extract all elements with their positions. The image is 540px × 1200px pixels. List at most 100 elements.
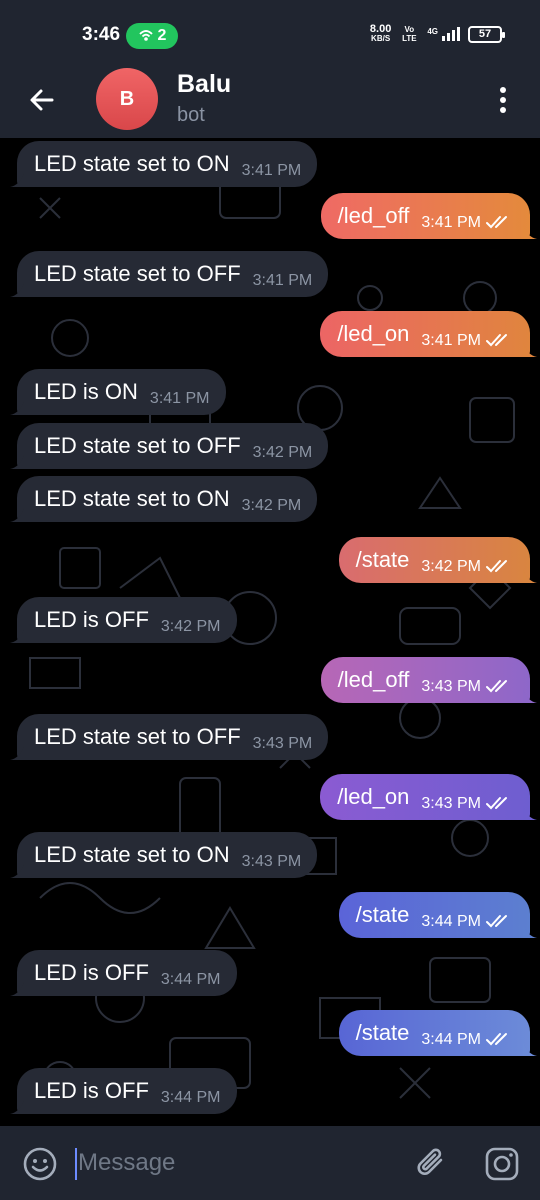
message-text: LED is OFF — [34, 960, 149, 985]
message-time: 3:41 PM — [241, 162, 302, 179]
bubble-tail — [523, 806, 537, 820]
outgoing-message[interactable]: /led_on 3:41 PM — [320, 311, 537, 357]
double-check-icon — [486, 915, 507, 928]
back-arrow-icon — [30, 89, 54, 111]
message-text: /led_off — [337, 667, 410, 692]
message-time: 3:42 PM — [421, 558, 481, 575]
avatar[interactable]: B — [96, 68, 158, 130]
more-vertical-icon — [500, 87, 506, 113]
message-time: 3:41 PM — [421, 332, 481, 349]
paperclip-icon — [417, 1148, 443, 1175]
double-check-icon — [486, 1033, 507, 1046]
emoji-icon — [23, 1147, 57, 1181]
chat-header: B Balu bot — [0, 66, 540, 138]
incoming-message[interactable]: LED state set to ON 3:43 PM — [10, 832, 318, 878]
message-time: 3:42 PM — [252, 444, 313, 461]
emoji-button[interactable] — [22, 1146, 58, 1182]
outgoing-message[interactable]: /state 3:44 PM — [338, 1010, 537, 1056]
battery-icon: 57 — [468, 25, 505, 43]
instagram-camera-icon — [485, 1147, 519, 1181]
message-text: LED is OFF — [34, 1078, 149, 1103]
double-check-icon — [486, 334, 507, 347]
outgoing-message[interactable]: /state 3:42 PM — [338, 537, 537, 583]
network-speed: 8.00 KB/S — [369, 23, 392, 44]
message-time: 3:44 PM — [421, 913, 481, 930]
bubble-tail — [10, 455, 24, 469]
chat-subtitle: bot — [177, 104, 205, 126]
incoming-message[interactable]: LED is OFF 3:44 PM — [10, 1068, 237, 1114]
bubble-tail — [10, 508, 24, 522]
message-text: /state — [355, 1020, 410, 1045]
incoming-message[interactable]: LED state set to OFF 3:43 PM — [10, 714, 329, 760]
message-text: /state — [355, 547, 410, 572]
message-text: /led_on — [337, 784, 410, 809]
status-bar: 3:46 2 8.00 KB/S Vo LTE 4G 57 — [0, 0, 540, 66]
bubble-tail — [523, 569, 537, 583]
bubble-tail — [10, 864, 24, 878]
camera-button[interactable] — [484, 1146, 520, 1182]
incoming-message[interactable]: LED is OFF 3:42 PM — [10, 597, 237, 643]
bubble-tail — [10, 401, 24, 415]
incoming-message[interactable]: LED is ON 3:41 PM — [10, 369, 226, 415]
more-options-button[interactable] — [488, 80, 518, 120]
network-type: 4G — [427, 27, 438, 36]
outgoing-message[interactable]: /led_off 3:43 PM — [320, 657, 537, 703]
message-time: 3:42 PM — [160, 618, 221, 635]
bubble-tail — [523, 924, 537, 938]
status-indicators: 8.00 KB/S Vo LTE 4G 57 — [369, 23, 505, 44]
attach-button[interactable] — [414, 1144, 450, 1182]
volte-indicator: Vo LTE — [402, 25, 417, 43]
message-time: 3:44 PM — [160, 1089, 221, 1106]
double-check-icon — [486, 560, 507, 573]
incoming-message[interactable]: LED state set to ON 3:41 PM — [10, 141, 318, 187]
bubble-tail — [10, 629, 24, 643]
message-time: 3:41 PM — [252, 272, 313, 289]
message-text: LED state set to ON — [34, 842, 230, 867]
chat-messages[interactable]: LED state set to ON 3:41 PM/led_off 3:41 P… — [0, 138, 540, 1126]
message-time: 3:44 PM — [160, 971, 221, 988]
bubble-tail — [523, 689, 537, 703]
message-time: 3:43 PM — [421, 795, 481, 812]
incoming-message[interactable]: LED state set to ON 3:42 PM — [10, 476, 318, 522]
message-text: LED state set to ON — [34, 151, 230, 176]
message-time: 3:41 PM — [421, 214, 481, 231]
outgoing-message[interactable]: /state 3:44 PM — [338, 892, 537, 938]
message-text: LED state set to OFF — [34, 433, 241, 458]
message-input[interactable] — [76, 1146, 376, 1180]
bubble-tail — [523, 225, 537, 239]
signal-icon: 4G — [427, 27, 460, 41]
bubble-tail — [523, 1042, 537, 1056]
message-text: LED is OFF — [34, 607, 149, 632]
message-time: 3:42 PM — [241, 497, 302, 514]
message-time: 3:43 PM — [421, 678, 481, 695]
message-text: /led_off — [337, 203, 410, 228]
incoming-message[interactable]: LED is OFF 3:44 PM — [10, 950, 237, 996]
bubble-tail — [10, 283, 24, 297]
status-time: 3:46 — [82, 24, 121, 45]
chat-title[interactable]: Balu — [177, 70, 231, 99]
outgoing-message[interactable]: /led_on 3:43 PM — [320, 774, 537, 820]
double-check-icon — [486, 216, 507, 229]
double-check-icon — [486, 680, 507, 693]
message-text: /state — [355, 902, 410, 927]
incoming-message[interactable]: LED state set to OFF 3:41 PM — [10, 251, 329, 297]
hotspot-count: 2 — [157, 27, 167, 44]
message-text: LED is ON — [34, 379, 138, 404]
double-check-icon — [486, 797, 507, 810]
message-time: 3:43 PM — [241, 853, 302, 870]
message-text: LED state set to OFF — [34, 261, 241, 286]
incoming-message[interactable]: LED state set to OFF 3:42 PM — [10, 423, 329, 469]
battery-level: 57 — [478, 28, 492, 40]
outgoing-message[interactable]: /led_off 3:41 PM — [320, 193, 537, 239]
message-text: LED state set to OFF — [34, 724, 241, 749]
message-time: 3:43 PM — [252, 735, 313, 752]
message-text: LED state set to ON — [34, 486, 230, 511]
back-button[interactable] — [22, 80, 62, 120]
bubble-tail — [10, 1100, 24, 1114]
avatar-letter: B — [119, 87, 135, 110]
bubble-tail — [10, 982, 24, 996]
bubble-tail — [10, 746, 24, 760]
message-time: 3:44 PM — [421, 1031, 481, 1048]
hotspot-badge: 2 — [126, 23, 178, 49]
bubble-tail — [10, 173, 24, 187]
